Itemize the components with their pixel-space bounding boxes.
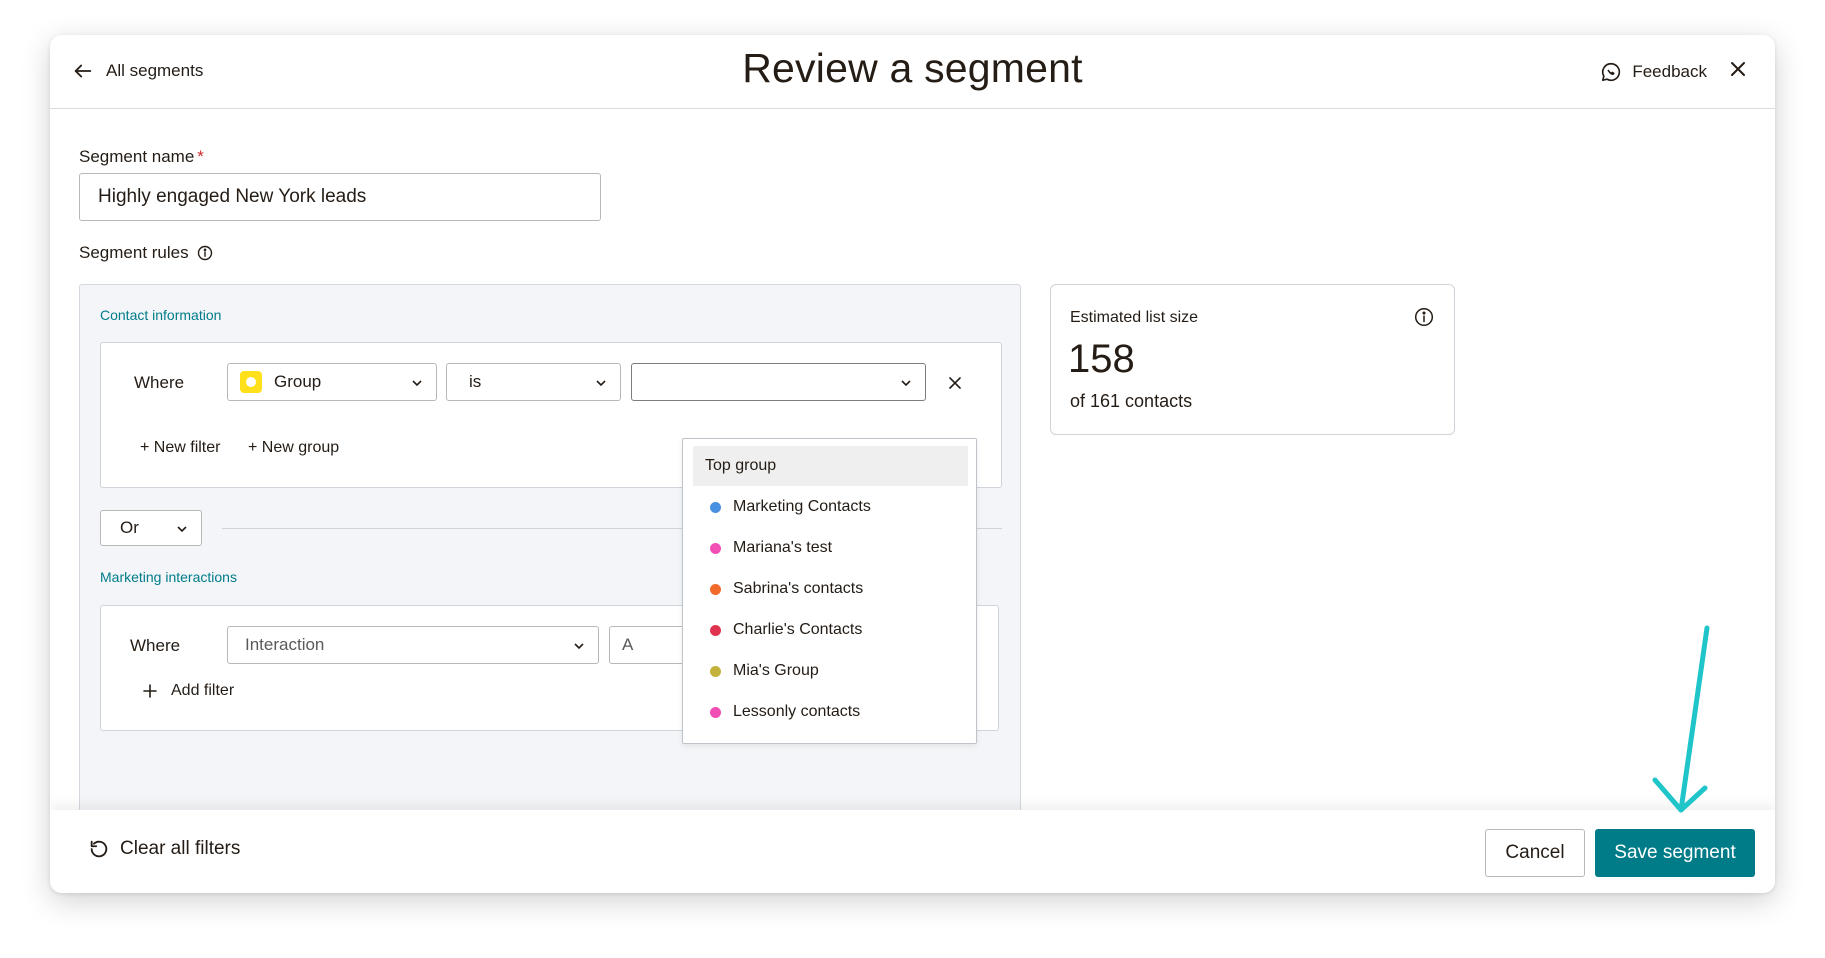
dropdown-option-top-group[interactable]: Top group <box>693 446 968 486</box>
remove-filter-icon[interactable] <box>945 373 965 393</box>
add-filter-label: Add filter <box>171 682 235 699</box>
review-segment-modal: All segments Review a segment Feedback S… <box>50 35 1775 893</box>
estimated-list-size-card: Estimated list size 158 of 161 contacts <box>1050 284 1455 435</box>
color-dot <box>710 665 721 677</box>
dropdown-option[interactable]: Marketing Contacts <box>693 487 968 527</box>
dropdown-option[interactable]: Mariana's test <box>693 528 968 568</box>
interaction-select-value: Interaction <box>245 635 325 654</box>
chevron-down-icon <box>177 526 187 533</box>
feedback-label: Feedback <box>1632 62 1707 81</box>
segment-rules-label: Segment rules <box>79 243 213 263</box>
clear-all-filters-button[interactable]: Clear all filters <box>88 838 240 860</box>
estimate-value: 158 <box>1068 337 1135 381</box>
option-label: Sabrina's contacts <box>733 580 864 597</box>
dropdown-option[interactable]: Sabrina's contacts <box>693 569 968 609</box>
group-value-dropdown: Top group Marketing Contacts Mariana's t… <box>682 438 977 744</box>
color-dot <box>710 624 721 636</box>
chat-bubble-icon <box>1602 62 1621 82</box>
option-label: Marketing Contacts <box>733 498 871 515</box>
new-group-button[interactable]: + New group <box>248 439 339 457</box>
clear-filters-label: Clear all filters <box>120 838 241 859</box>
marketing-interactions-title: Marketing interactions <box>100 569 237 585</box>
chevron-down-icon <box>412 380 422 387</box>
add-filter-button[interactable]: Add filter <box>143 682 234 700</box>
operator-select[interactable]: is <box>446 363 621 401</box>
option-label: Charlie's Contacts <box>733 621 863 638</box>
annotation-arrow-icon <box>1652 625 1710 813</box>
dropdown-option[interactable]: Lessonly contacts <box>693 692 968 732</box>
color-dot <box>710 501 721 513</box>
segment-name-input[interactable] <box>79 173 601 221</box>
option-label: Lessonly contacts <box>733 703 861 720</box>
cancel-button[interactable]: Cancel <box>1485 829 1585 877</box>
logic-select-value: Or <box>120 518 139 537</box>
dropdown-option[interactable]: Mia's Group <box>693 651 968 691</box>
plus-icon <box>143 684 157 698</box>
info-icon[interactable] <box>197 245 213 261</box>
page-title: Review a segment <box>742 45 1083 91</box>
interaction-select[interactable]: Interaction <box>227 626 599 664</box>
feedback-button[interactable]: Feedback <box>1600 61 1707 83</box>
field-select-value: Group <box>274 372 322 391</box>
operator-select-value: is <box>469 372 482 391</box>
color-dot <box>710 583 721 595</box>
color-dot <box>710 542 721 554</box>
logic-operator-select[interactable]: Or <box>100 510 202 546</box>
new-filter-button[interactable]: + New filter <box>140 439 220 457</box>
segment-name-label-text: Segment name <box>79 147 195 166</box>
modal-header: All segments Review a segment Feedback <box>50 35 1775 109</box>
interaction-operator-value: A <box>622 635 634 654</box>
group-icon <box>240 371 262 393</box>
value-select[interactable] <box>631 363 926 401</box>
dropdown-option[interactable]: Charlie's Contacts <box>693 610 968 650</box>
chevron-down-icon <box>574 643 584 650</box>
segment-rules-label-text: Segment rules <box>79 243 189 262</box>
close-modal-button[interactable] <box>1723 54 1753 84</box>
segment-name-label: Segment name * <box>79 147 204 167</box>
contact-information-title: Contact information <box>100 307 222 323</box>
modal-footer: Clear all filters Cancel Save segment <box>50 810 1775 893</box>
option-label: Top group <box>705 457 777 474</box>
where-label: Where <box>130 636 181 655</box>
option-label: Mariana's test <box>733 539 833 556</box>
close-icon <box>1731 62 1745 76</box>
required-asterisk: * <box>197 147 204 166</box>
field-select-group[interactable]: Group <box>227 363 437 401</box>
estimate-subtext: of 161 contacts <box>1070 391 1193 411</box>
color-dot <box>710 706 721 718</box>
estimate-label: Estimated list size <box>1070 309 1199 326</box>
save-segment-button[interactable]: Save segment <box>1595 829 1755 877</box>
where-label: Where <box>134 373 185 392</box>
info-icon[interactable] <box>1414 307 1434 327</box>
reset-icon <box>90 840 108 858</box>
chevron-down-icon <box>596 380 606 387</box>
chevron-down-icon <box>901 380 911 387</box>
option-label: Mia's Group <box>733 662 819 679</box>
